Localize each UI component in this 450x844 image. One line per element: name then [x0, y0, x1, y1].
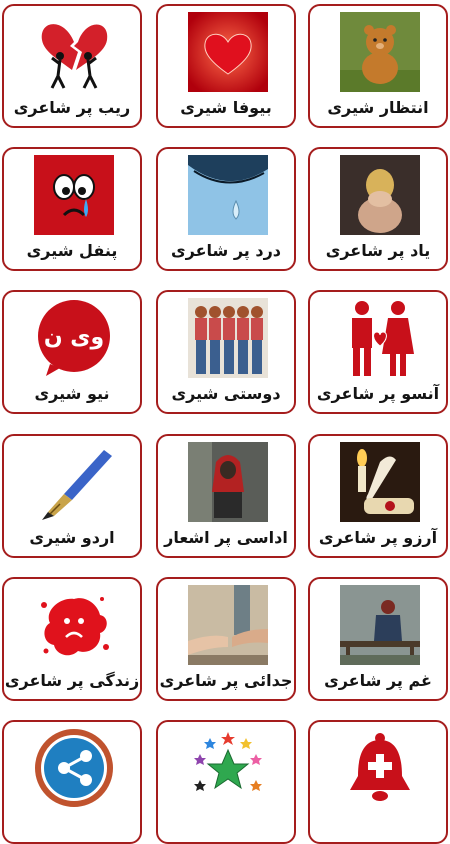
grid-item-label [158, 808, 294, 840]
teardrop-eye-image [188, 155, 268, 235]
logo-text: وی ن [44, 325, 104, 350]
grid-item-label: آرزو پر شاعری [318, 528, 438, 547]
grid-item-label: غم پر شاعری [324, 671, 432, 690]
grid-item-label: پنفل شیری [26, 241, 118, 260]
grid-item-label [310, 808, 446, 840]
red-heart-icon [188, 12, 268, 92]
grid-item-label: اردو شیری [29, 528, 115, 547]
grid-item-label: درد پر شاعری [170, 241, 282, 260]
share-app-button[interactable] [2, 720, 142, 844]
hooded-boy-image [188, 442, 268, 522]
couple-heart-icon [340, 298, 420, 378]
sad-person-bench-image [340, 585, 420, 665]
grid-item-label: یاد پر شاعری [325, 241, 431, 260]
speech-bubble-logo-icon: وی ن [34, 298, 114, 378]
grid-item-gham-shayari[interactable]: غم پر شاعری [308, 577, 448, 701]
grid-item-zindagi-shayari[interactable]: زندگی پر شاعری [2, 577, 142, 701]
grid-item-arzoo-shayari[interactable]: آرزو پر شاعری [308, 434, 448, 558]
notification-bell-icon [340, 728, 420, 808]
grid-item-aansu-shayari[interactable]: آنسو پر شاعری [308, 290, 448, 414]
crying-face-icon [34, 155, 114, 235]
broken-heart-couple-icon [34, 12, 114, 92]
notifications-button[interactable] [308, 720, 448, 844]
grid-item-label: بیوفا شیری [180, 98, 272, 117]
red-splash-face-icon [34, 585, 114, 665]
grid-item-pinful-shayari[interactable]: پنفل شیری [2, 147, 142, 271]
grid-item-new-shayari[interactable]: وی ن نیو شیری [2, 290, 142, 414]
grid-item-intezar-shayari[interactable]: انتظار شیری [308, 4, 448, 128]
grid-item-label: زندگی پر شاعری [4, 671, 140, 690]
grid-item-yaad-shayari[interactable]: یاد پر شاعری [308, 147, 448, 271]
teddy-bear-image [340, 12, 420, 92]
grid-item-label: جدائی پر شاعری [159, 671, 293, 690]
candle-scroll-image [340, 442, 420, 522]
fountain-pen-icon [34, 442, 114, 522]
grid-item-label: نیو شیری [34, 384, 110, 403]
friends-group-image [188, 298, 268, 378]
grid-item-label: آنسو پر شاعری [316, 384, 440, 403]
grid-item-label: دوستی شیری [171, 384, 281, 403]
rate-app-button[interactable] [156, 720, 296, 844]
grid-item-label [4, 808, 140, 840]
grid-item-urdu-shayari[interactable]: اردو شیری [2, 434, 142, 558]
grid-item-label: اداسی پر اشعار [164, 528, 288, 547]
grid-item-bewafa-shayari[interactable]: بیوفا شیری [156, 4, 296, 128]
grid-item-rib-shayari[interactable]: ریب پر شاعری [2, 4, 142, 128]
stars-rate-icon [188, 728, 268, 808]
share-icon [34, 728, 114, 808]
grid-item-label: ریب پر شاعری [13, 98, 131, 117]
grid-item-label: انتظار شیری [327, 98, 429, 117]
grid-item-udasi-ashaar[interactable]: اداسی پر اشعار [156, 434, 296, 558]
parting-hands-image [188, 585, 268, 665]
grid-item-dard-shayari[interactable]: درد پر شاعری [156, 147, 296, 271]
grid-item-judai-shayari[interactable]: جدائی پر شاعری [156, 577, 296, 701]
grid-item-dosti-shayari[interactable]: دوستی شیری [156, 290, 296, 414]
sad-girl-image [340, 155, 420, 235]
